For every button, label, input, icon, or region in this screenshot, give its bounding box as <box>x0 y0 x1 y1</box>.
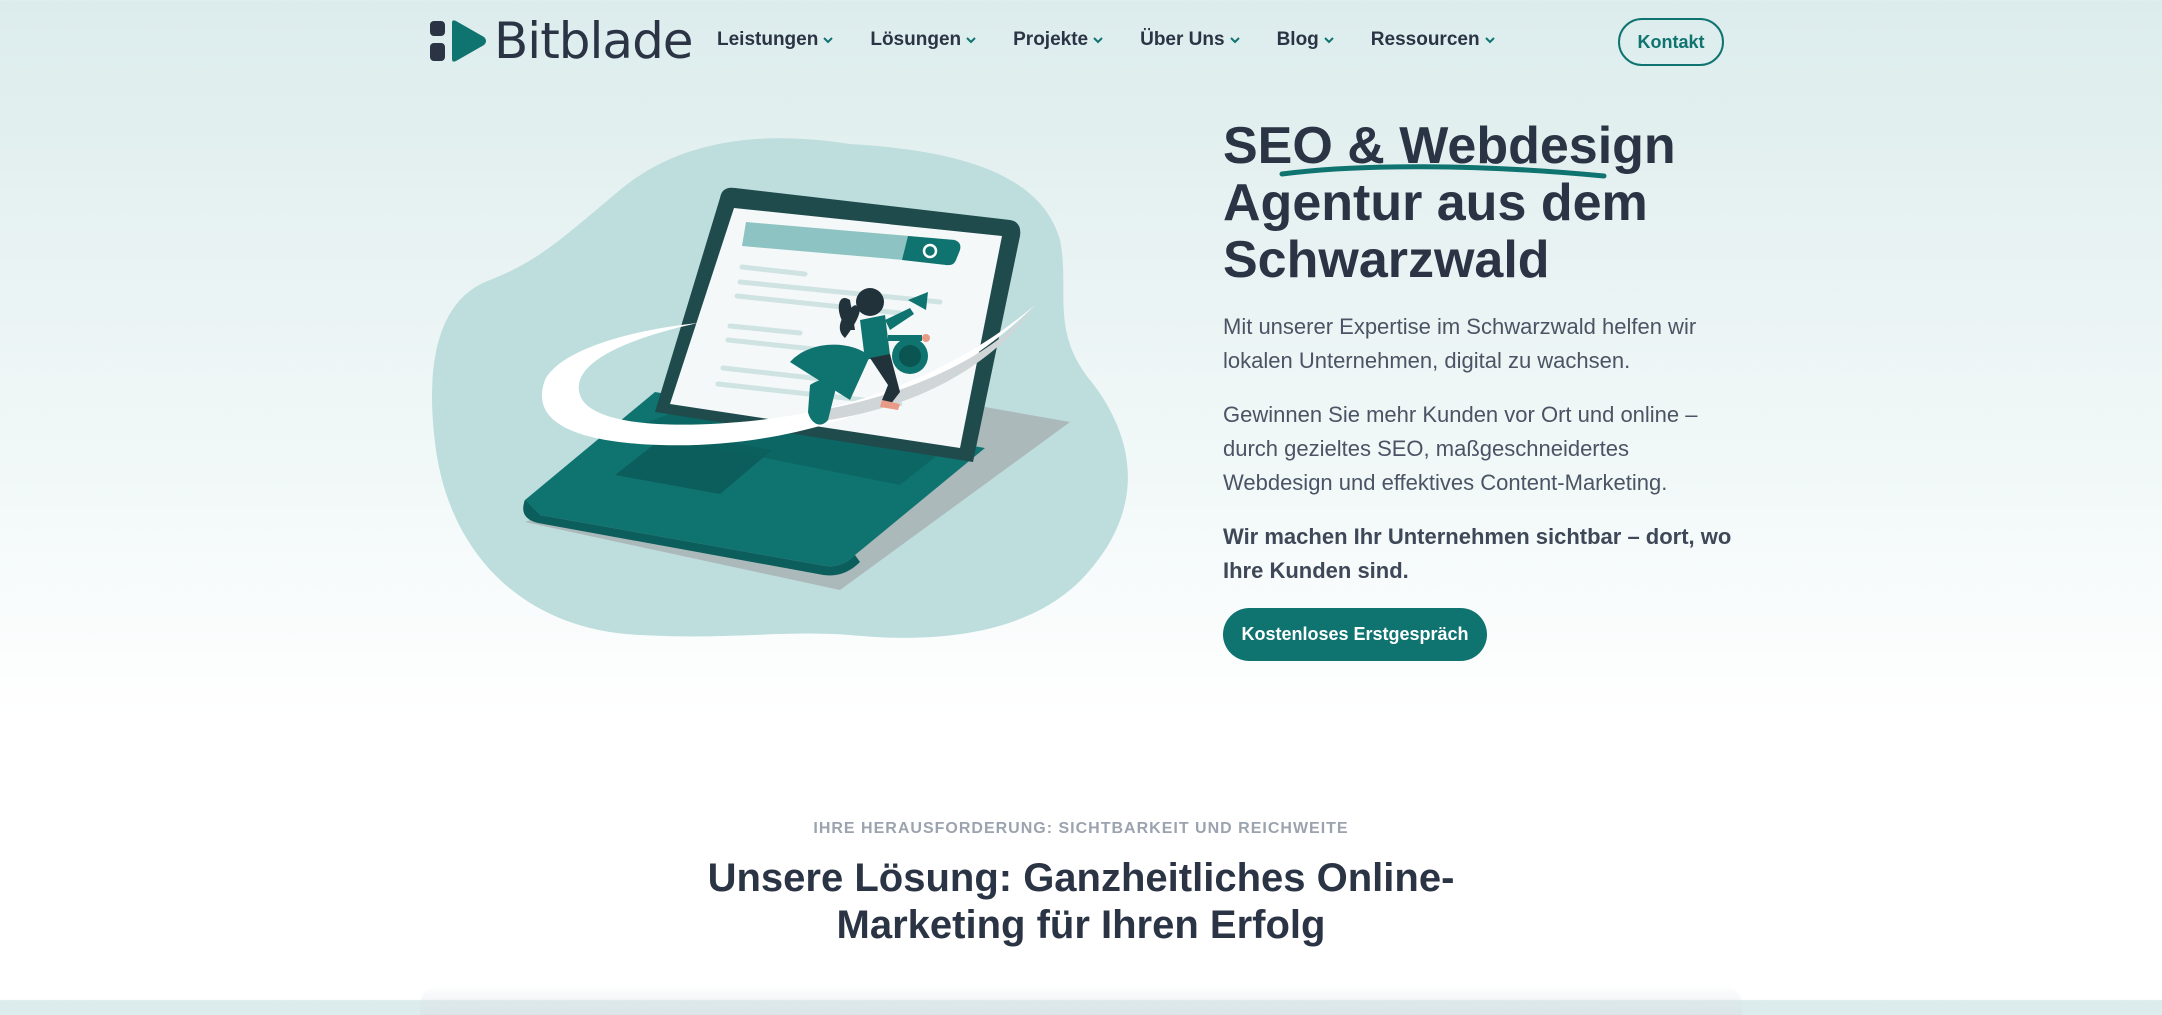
hero-paragraph: Mit unserer Expertise im Schwarzwald hel… <box>1223 314 1697 373</box>
card-top-edge <box>420 985 1742 1015</box>
hero-title-line: Agentur aus dem <box>1223 174 1648 232</box>
nav-item-label: Lösungen <box>870 29 962 50</box>
nav-item-ueber-uns[interactable]: Über Uns <box>1140 29 1240 51</box>
search-button-shape <box>902 236 961 266</box>
nav-item-blog[interactable]: Blog <box>1277 29 1334 51</box>
chevron-down-icon <box>1484 36 1495 43</box>
logo-mark-icon <box>430 20 486 62</box>
hero-paragraph: Gewinnen Sie mehr Kunden vor Ort und onl… <box>1223 402 1698 495</box>
nav-item-loesungen[interactable]: Lösungen <box>870 29 976 51</box>
site-header: Bitblade Leistungen Lösungen Projekte Üb… <box>0 0 2162 82</box>
section-eyebrow: IHRE HERAUSFORDERUNG: SICHTBARKEIT UND R… <box>813 820 1349 837</box>
chevron-down-icon <box>823 36 834 43</box>
nav-item-label: Projekte <box>1013 29 1089 50</box>
brand-logo[interactable]: Bitblade <box>428 12 694 70</box>
hero-emphasis: Wir machen Ihr Unternehmen sichtbar – do… <box>1223 524 1732 583</box>
section-title: Unsere Lösung: Ganzheitliches Online-Mar… <box>707 856 1455 947</box>
main-nav: Leistungen Lösungen Projekte Über Uns Bl… <box>717 20 1532 60</box>
nav-item-projekte[interactable]: Projekte <box>1013 29 1103 51</box>
cta-button[interactable]: Kostenloses Erstgespräch <box>1223 608 1487 661</box>
hero-title: SEO & Webdesign Agentur aus dem Schwarzw… <box>1223 118 1743 289</box>
laptop-rocket-illustration <box>432 138 1128 638</box>
chevron-down-icon <box>966 36 976 43</box>
contact-button[interactable]: Kontakt <box>1618 18 1724 66</box>
hero-title-line: Schwarzwald <box>1223 231 1550 289</box>
nav-item-label: Ressourcen <box>1370 29 1480 50</box>
rocket-window-inner <box>899 345 921 367</box>
nav-item-leistungen[interactable]: Leistungen <box>717 29 834 51</box>
title-underline-decoration <box>1279 164 1607 179</box>
chevron-down-icon <box>1324 36 1334 43</box>
nav-item-label: Über Uns <box>1140 29 1225 50</box>
nav-item-ressourcen[interactable]: Ressourcen <box>1371 29 1495 51</box>
nav-item-label: Leistungen <box>717 29 819 50</box>
brand-name: Bitblade <box>494 12 694 70</box>
nav-item-label: Blog <box>1276 29 1319 50</box>
chevron-down-icon <box>1093 36 1103 43</box>
chevron-down-icon <box>1229 36 1240 43</box>
